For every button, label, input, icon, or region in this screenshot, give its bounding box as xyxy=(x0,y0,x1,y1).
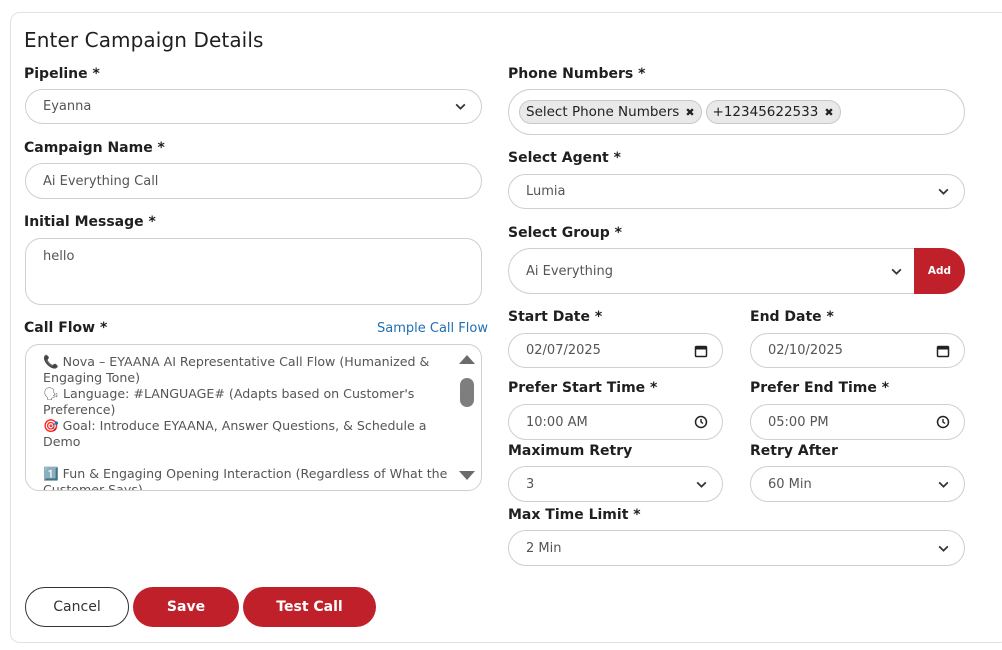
agent-label: Select Agent * xyxy=(508,150,621,166)
group-label: Select Group * xyxy=(508,225,622,241)
end-date-input[interactable]: 02/10/2025 xyxy=(750,333,965,368)
scroll-up-icon[interactable] xyxy=(459,355,475,364)
start-date-value: 02/07/2025 xyxy=(526,343,601,358)
phone-chip[interactable]: Select Phone Numbers ✖ xyxy=(519,100,702,124)
pipeline-label: Pipeline * xyxy=(24,66,100,82)
page-title: Enter Campaign Details xyxy=(24,28,264,52)
campaign-name-label: Campaign Name * xyxy=(24,140,165,156)
clock-icon[interactable] xyxy=(936,415,950,429)
phone-chip-label: +12345622533 xyxy=(712,104,819,120)
start-time-value: 10:00 AM xyxy=(526,414,588,430)
campaign-name-value: Ai Everything Call xyxy=(43,173,159,189)
phone-numbers-multiselect[interactable]: Select Phone Numbers ✖ +12345622533 ✖ xyxy=(508,89,965,135)
chevron-down-icon xyxy=(936,541,950,555)
call-flow-line xyxy=(43,450,453,466)
chevron-down-icon xyxy=(889,264,903,278)
call-flow-line: 📞 Nova – EYAANA AI Representative Call F… xyxy=(43,354,430,385)
close-icon[interactable]: ✖ xyxy=(824,106,833,119)
end-time-label: Prefer End Time * xyxy=(750,380,890,396)
close-icon[interactable]: ✖ xyxy=(685,106,694,119)
phone-chip[interactable]: +12345622533 ✖ xyxy=(705,100,841,124)
end-time-value: 05:00 PM xyxy=(768,414,829,430)
agent-value: Lumia xyxy=(526,184,566,199)
max-time-label: Max Time Limit * xyxy=(508,507,641,523)
max-time-select[interactable]: 2 Min xyxy=(508,530,965,566)
retry-after-label: Retry After xyxy=(750,443,838,459)
chevron-down-icon xyxy=(694,477,708,491)
group-value: Ai Everything xyxy=(526,263,614,279)
max-retry-select[interactable]: 3 xyxy=(508,466,723,502)
calendar-icon[interactable] xyxy=(694,344,708,358)
chevron-down-icon xyxy=(936,185,950,199)
clock-icon[interactable] xyxy=(694,415,708,429)
end-date-label: End Date * xyxy=(750,309,834,325)
test-call-button[interactable]: Test Call xyxy=(243,587,376,627)
call-flow-content: 📞 Nova – EYAANA AI Representative Call F… xyxy=(43,354,453,491)
call-flow-textarea[interactable]: 📞 Nova – EYAANA AI Representative Call F… xyxy=(25,344,482,491)
phone-numbers-label: Phone Numbers * xyxy=(508,66,646,82)
max-retry-label: Maximum Retry xyxy=(508,443,633,459)
pipeline-value: Eyanna xyxy=(43,99,92,114)
start-date-label: Start Date * xyxy=(508,309,603,325)
chevron-down-icon xyxy=(936,477,950,491)
add-group-button[interactable]: Add xyxy=(914,248,965,294)
campaign-name-input[interactable]: Ai Everything Call xyxy=(25,163,482,199)
calendar-icon[interactable] xyxy=(936,344,950,358)
scroll-down-icon[interactable] xyxy=(459,471,475,480)
chevron-down-icon xyxy=(453,100,467,114)
call-flow-label: Call Flow * xyxy=(24,320,108,336)
initial-message-value: hello xyxy=(43,249,75,264)
start-time-label: Prefer Start Time * xyxy=(508,380,658,396)
start-time-input[interactable]: 10:00 AM xyxy=(508,404,723,440)
scroll-thumb[interactable] xyxy=(460,378,474,407)
max-time-value: 2 Min xyxy=(526,540,562,556)
initial-message-textarea[interactable]: hello xyxy=(25,238,482,305)
start-date-input[interactable]: 02/07/2025 xyxy=(508,333,723,368)
phone-chip-label: Select Phone Numbers xyxy=(526,104,680,120)
call-flow-line: 🗣 Language: #LANGUAGE# (Adapts based on … xyxy=(43,386,415,417)
save-button[interactable]: Save xyxy=(133,587,239,627)
initial-message-label: Initial Message * xyxy=(24,214,156,230)
pipeline-select[interactable]: Eyanna xyxy=(25,89,482,124)
agent-select[interactable]: Lumia xyxy=(508,174,965,209)
max-retry-value: 3 xyxy=(526,476,535,492)
retry-after-value: 60 Min xyxy=(768,476,812,492)
call-flow-line: 1️⃣ Fun & Engaging Opening Interaction (… xyxy=(43,466,448,491)
call-flow-line: 🎯 Goal: Introduce EYAANA, Answer Questio… xyxy=(43,418,427,449)
sample-call-flow-link[interactable]: Sample Call Flow xyxy=(377,321,488,336)
end-time-input[interactable]: 05:00 PM xyxy=(750,404,965,440)
retry-after-select[interactable]: 60 Min xyxy=(750,466,965,502)
cancel-button[interactable]: Cancel xyxy=(25,587,129,627)
group-select[interactable]: Ai Everything xyxy=(508,248,918,294)
call-flow-scrollbar[interactable] xyxy=(453,345,481,490)
end-date-value: 02/10/2025 xyxy=(768,343,843,358)
